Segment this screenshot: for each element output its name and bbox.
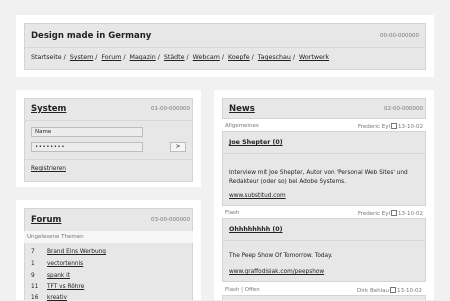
header-code: 00-00-000000 [380, 33, 419, 39]
header-divider [24, 47, 426, 48]
system-divider-2 [24, 159, 193, 160]
register-link[interactable]: Registrieren [31, 166, 66, 172]
site-title: Design made in Germany [31, 31, 152, 41]
system-title[interactable]: System [31, 104, 66, 114]
breadcrumb-item-webcam[interactable]: Webcam [193, 54, 220, 61]
news-item-author: Frederic Eyl [358, 124, 390, 130]
breadcrumb-item-tageschau[interactable]: Tageschau [258, 54, 291, 61]
forum-row-count: 16 [31, 295, 39, 301]
mail-icon[interactable] [390, 123, 397, 129]
breadcrumb-item-system[interactable]: System [70, 54, 93, 61]
forum-row-topic[interactable]: vectortennis [47, 261, 83, 267]
news-item-link[interactable]: www.substitud.com [229, 193, 286, 199]
breadcrumb-item-wortwerk[interactable]: Wortwerk [299, 54, 329, 61]
password-field[interactable]: •••••••• [31, 142, 143, 152]
forum-row-count: 7 [31, 249, 35, 255]
news-item-date: 13-10-02 [397, 211, 423, 217]
news-item-meta: Frederic Eyl 13-10-02 [358, 123, 423, 130]
forum-row-topic[interactable]: kreativ [47, 295, 67, 301]
mail-icon[interactable] [390, 287, 396, 293]
news-item-meta: Frederic Eyl 13-10-02 [358, 210, 423, 217]
breadcrumb-item-magazin[interactable]: Magazin [130, 54, 156, 61]
news-item-author: Dirk Behlau [357, 288, 389, 294]
forum-subtitle: Ungelesene Themen [27, 234, 84, 240]
news-item-headline[interactable]: Joe Shepter (0) [229, 139, 283, 146]
news-item-panel [222, 295, 426, 300]
news-title[interactable]: News [229, 104, 255, 114]
news-item-author: Frederic Eyl [358, 211, 390, 217]
news-item-headline[interactable]: Ohhhhhhhh (0) [229, 226, 283, 233]
news-item-category: Flash [225, 210, 240, 216]
news-item-category: Allgemeines [225, 123, 259, 129]
system-divider [24, 120, 193, 121]
mail-icon[interactable] [390, 210, 397, 216]
breadcrumb: Startseite / System / Forum / Magazin / Städ… [31, 54, 330, 61]
system-code: 01-00-000000 [151, 106, 190, 112]
forum-row-topic[interactable]: Brand Eins Werbung [47, 249, 106, 255]
forum-row-count: 9 [31, 273, 35, 279]
breadcrumb-item-koepfe[interactable]: Koepfe [228, 54, 250, 61]
breadcrumb-item-forum[interactable]: Forum [101, 54, 121, 61]
forum-title[interactable]: Forum [31, 215, 61, 225]
login-submit-button[interactable]: > [170, 142, 186, 152]
forum-row-count: 1 [31, 261, 35, 267]
news-item-link[interactable]: www.graffodisiak.com/peepshow [229, 269, 324, 275]
news-item-divider [222, 153, 426, 154]
breadcrumb-item-staedte[interactable]: Städte [164, 54, 185, 61]
news-item-meta: Dirk Behlau 13-10-02 [357, 287, 422, 294]
news-item-divider [222, 240, 426, 241]
forum-row-topic[interactable]: TFT vs Röhre [47, 284, 84, 290]
news-item-body: The Peep Show Of Tomorrow. Today. [229, 253, 333, 259]
forum-code: 03-00-000000 [151, 217, 190, 223]
news-item-body: Interview mit Joe Shepter, Autor von 'Pe… [229, 170, 408, 185]
news-item-category: Flash | Offen [225, 287, 260, 293]
breadcrumb-item-home[interactable]: Startseite [31, 54, 62, 61]
forum-row-topic[interactable]: spank it [47, 273, 70, 279]
news-item-date: 13-10-02 [397, 288, 422, 294]
news-code: 02-00-000000 [384, 106, 423, 112]
name-field[interactable]: Name [31, 127, 143, 137]
news-item-date: 13-10-02 [397, 124, 423, 130]
forum-row-count: 11 [31, 284, 39, 290]
